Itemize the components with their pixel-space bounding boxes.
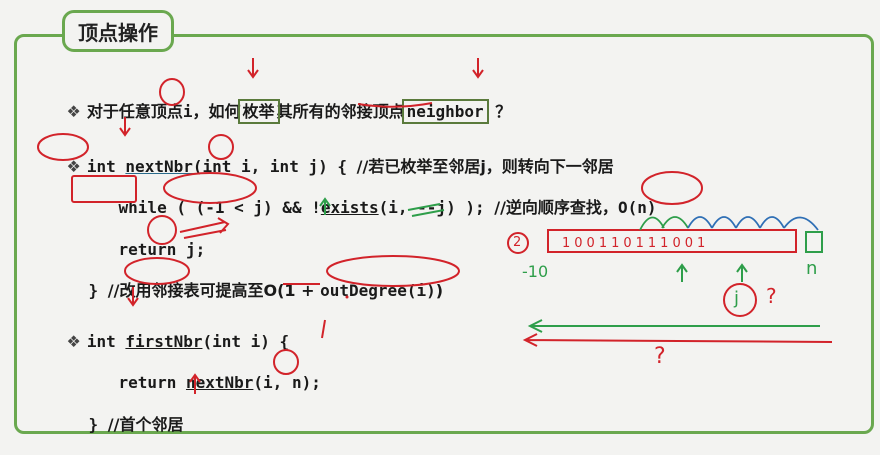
return-statement: return j; [118, 240, 206, 259]
question-mark-2: ? [654, 344, 666, 369]
adjacent-vertex-word: 邻接顶点 [340, 102, 405, 121]
neighbor-boxed: neighbor [401, 99, 489, 124]
int-keyword: int [86, 332, 126, 351]
question-mark: ？ [495, 102, 512, 121]
code-comment: //首个邻居 [107, 415, 184, 434]
complexity-label: O(n) [617, 198, 657, 217]
text-segment: 其所有的 [276, 102, 341, 121]
slide-title: 顶点操作 [62, 10, 174, 52]
index-label: 2 [513, 235, 522, 250]
code-segment: (i, --j) ); [378, 198, 495, 217]
j-label: j [734, 288, 740, 309]
nextnbr-args: (int i, int j) { [192, 157, 357, 176]
return-keyword: return [118, 373, 186, 392]
firstnbr-function-name: firstNbr [125, 332, 203, 351]
loop-condition: (-1 < j) [195, 198, 273, 217]
question-mark-1: ? [766, 284, 777, 308]
minus-ten-label: -10 [522, 262, 549, 281]
n-label: n [806, 258, 818, 279]
closing-brace: } [88, 415, 108, 434]
text-segment: 对于任意顶点 [86, 102, 183, 121]
code-comment: 可提高至O(1 + [199, 281, 321, 300]
code-comment: //改用 [107, 281, 152, 300]
firstnbr-args: (int i) { [202, 332, 290, 351]
int-keyword: int [86, 157, 116, 176]
code-segment: ( [166, 198, 196, 217]
text-segment: ，如何 [192, 102, 241, 121]
outdegree-call: outDegree(i) [320, 281, 436, 300]
array-bits: 100110111001 [562, 236, 710, 251]
closing-brace: } [88, 281, 108, 300]
line-question: ❖ 对于任意顶点i，如何 枚举 其所有的邻接顶点 neighbor ？ [28, 82, 511, 142]
slide: 顶点操作 ❖ 对于任意顶点i，如何 枚举 其所有的邻接顶点 neighbor ？ ❖ in… [0, 0, 880, 434]
nextnbr-call: nextNbr [185, 373, 254, 392]
code-segment: && ! [272, 198, 321, 217]
adjacency-list-word: 邻接表 [151, 281, 200, 300]
enum-word-boxed: 枚举 [237, 99, 280, 124]
code-comment: //若已枚举至邻居j，则转向下一邻居 [356, 157, 614, 176]
while-keyword: while [118, 198, 167, 217]
diamond-bullet-icon: ❖ [66, 157, 81, 176]
var-i: i [182, 102, 193, 121]
diamond-bullet-icon: ❖ [66, 102, 81, 121]
nextnbr-function-name: nextNbr [125, 157, 193, 176]
line-first-neighbor-comment: } //首个邻居 [50, 395, 184, 455]
code-comment: //逆向顺序查找， [494, 198, 618, 217]
exists-function-name: exists [320, 198, 379, 217]
code-comment: ) [435, 281, 444, 300]
nextnbr-call-args: (i, n); [253, 373, 321, 392]
diamond-bullet-icon: ❖ [66, 332, 81, 351]
